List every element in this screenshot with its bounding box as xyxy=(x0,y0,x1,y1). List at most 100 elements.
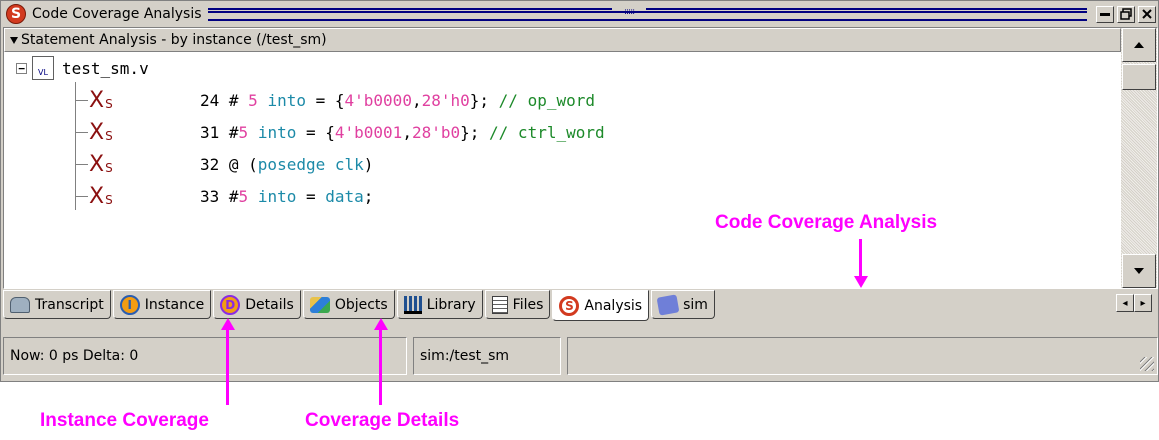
callout-code-coverage: Code Coverage Analysis xyxy=(715,212,938,233)
file-name: test_sm.v xyxy=(62,58,149,78)
statement-row[interactable]: XS 31 #5 into = {4'b0001,28'b0}; // ctrl_… xyxy=(4,116,1084,148)
code-token: }; xyxy=(469,90,499,110)
tab-label: Instance xyxy=(144,296,205,313)
tab-transcript[interactable]: Transcript xyxy=(3,290,111,319)
tab-label: Library xyxy=(426,296,476,313)
tab-label: Objects xyxy=(334,296,388,313)
resize-grip-icon[interactable] xyxy=(1140,357,1154,371)
code-token: into xyxy=(257,122,297,142)
tab-bar: Transcript I Instance D Details Objects Librar… xyxy=(3,290,717,321)
code-token: , xyxy=(402,122,412,142)
code-token: 5 xyxy=(248,90,258,110)
tab-instance[interactable]: I Instance xyxy=(112,290,212,319)
title-bar[interactable]: S Code Coverage Analysis ::::: xyxy=(3,3,1156,25)
tab-label: Analysis xyxy=(584,297,643,314)
tree-branch-line xyxy=(76,100,88,101)
code-token: @ ( xyxy=(219,154,258,174)
code-token: into xyxy=(267,90,306,110)
tab-sim[interactable]: sim xyxy=(651,290,715,319)
verilog-file-icon: VL xyxy=(32,56,54,80)
statement-tree: − VL test_sm.v XS 24 # 5 into = {4'b0000,… xyxy=(4,52,1121,288)
tab-label: Files xyxy=(512,296,544,313)
callout-arrow xyxy=(379,329,382,405)
code-token: = { xyxy=(305,90,345,110)
scroll-up-button[interactable] xyxy=(1122,28,1156,62)
arrow-down-icon xyxy=(1134,268,1144,274)
code-token: ) xyxy=(363,154,374,174)
scroll-thumb[interactable] xyxy=(1122,64,1156,90)
missed-statement-icon: XS xyxy=(89,183,113,209)
instance-icon: I xyxy=(119,294,140,315)
code-token: into xyxy=(257,186,297,206)
tab-objects[interactable]: Objects xyxy=(302,290,395,319)
files-icon xyxy=(491,295,508,314)
analysis-panel: Statement Analysis - by instance (/test_… xyxy=(3,27,1158,289)
sim-icon xyxy=(656,293,680,316)
tab-label: Details xyxy=(245,296,294,313)
tab-navigation: ◂ ▸ xyxy=(1116,294,1152,312)
tab-analysis[interactable]: S Analysis xyxy=(552,290,650,321)
code-token: data xyxy=(325,186,364,206)
missed-statement-icon: XS xyxy=(89,87,113,113)
collapse-triangle-icon[interactable] xyxy=(10,36,18,44)
code-token: = xyxy=(296,186,326,206)
transcript-icon xyxy=(10,296,30,313)
tab-files[interactable]: Files xyxy=(484,290,551,319)
scroll-down-button[interactable] xyxy=(1122,254,1156,288)
tab-label: Transcript xyxy=(35,296,104,313)
line-number: 32 xyxy=(200,154,220,174)
analysis-header[interactable]: Statement Analysis - by instance (/test_… xyxy=(4,28,1121,52)
tree-branch-line xyxy=(76,132,88,133)
callout-arrow xyxy=(859,239,862,277)
grip-icon[interactable]: ::::: xyxy=(612,5,647,18)
code-token: 5 xyxy=(238,186,249,206)
code-token: # xyxy=(219,90,249,110)
vertical-scrollbar[interactable] xyxy=(1121,28,1157,288)
code-token: , xyxy=(411,90,422,110)
app-icon: S xyxy=(6,4,26,24)
statement-code: 24 # 5 into = {4'b0000,28'h0}; // op_wor… xyxy=(200,91,595,110)
window-title: Code Coverage Analysis xyxy=(32,6,202,22)
code-token: 4'b0000 xyxy=(344,90,412,110)
code-token: // ctrl_word xyxy=(489,122,605,142)
restore-icon xyxy=(1120,8,1132,20)
close-icon xyxy=(1142,9,1152,19)
tab-next-button[interactable]: ▸ xyxy=(1134,294,1152,312)
line-number: 33 xyxy=(200,186,220,206)
code-token: }; xyxy=(460,122,490,142)
tab-label: sim xyxy=(683,296,708,313)
library-icon xyxy=(403,295,422,314)
statement-row[interactable]: XS 32 @ (posedge clk) xyxy=(4,148,1084,180)
code-token: # xyxy=(219,186,239,206)
tab-library[interactable]: Library xyxy=(396,290,483,319)
code-token: 4'b0001 xyxy=(334,122,403,142)
line-number: 24 xyxy=(200,90,220,110)
title-drag-lines[interactable]: ::::: xyxy=(207,5,1087,21)
callout-instance: Instance Coverage xyxy=(40,410,209,431)
status-extra xyxy=(567,337,1158,375)
minimize-button[interactable] xyxy=(1096,5,1114,23)
callout-details: Coverage Details xyxy=(305,410,460,431)
statement-row[interactable]: XS 33 #5 into = data; xyxy=(4,180,1084,212)
statement-code: 32 @ (posedge clk) xyxy=(200,155,373,174)
details-icon: D xyxy=(220,294,241,315)
arrow-head-icon xyxy=(854,276,868,288)
tab-details[interactable]: D Details xyxy=(213,290,301,319)
code-token: 5 xyxy=(238,122,249,142)
tab-prev-button[interactable]: ◂ xyxy=(1116,294,1134,312)
arrow-up-icon xyxy=(1134,42,1144,48)
code-token: ; xyxy=(363,186,374,206)
tree-branch-line xyxy=(76,164,88,165)
restore-button[interactable] xyxy=(1117,5,1135,23)
code-token: // op_word xyxy=(498,90,595,110)
close-button[interactable] xyxy=(1138,5,1156,23)
analysis-header-label: Statement Analysis - by instance (/test_… xyxy=(21,32,327,48)
collapse-icon[interactable]: − xyxy=(16,63,27,74)
status-time: Now: 0 ps Delta: 0 xyxy=(3,337,407,375)
statement-row[interactable]: XS 24 # 5 into = {4'b0000,28'h0}; // op_w… xyxy=(4,84,1084,116)
line-number: 31 xyxy=(200,122,220,142)
tree-branch-line xyxy=(76,196,88,197)
